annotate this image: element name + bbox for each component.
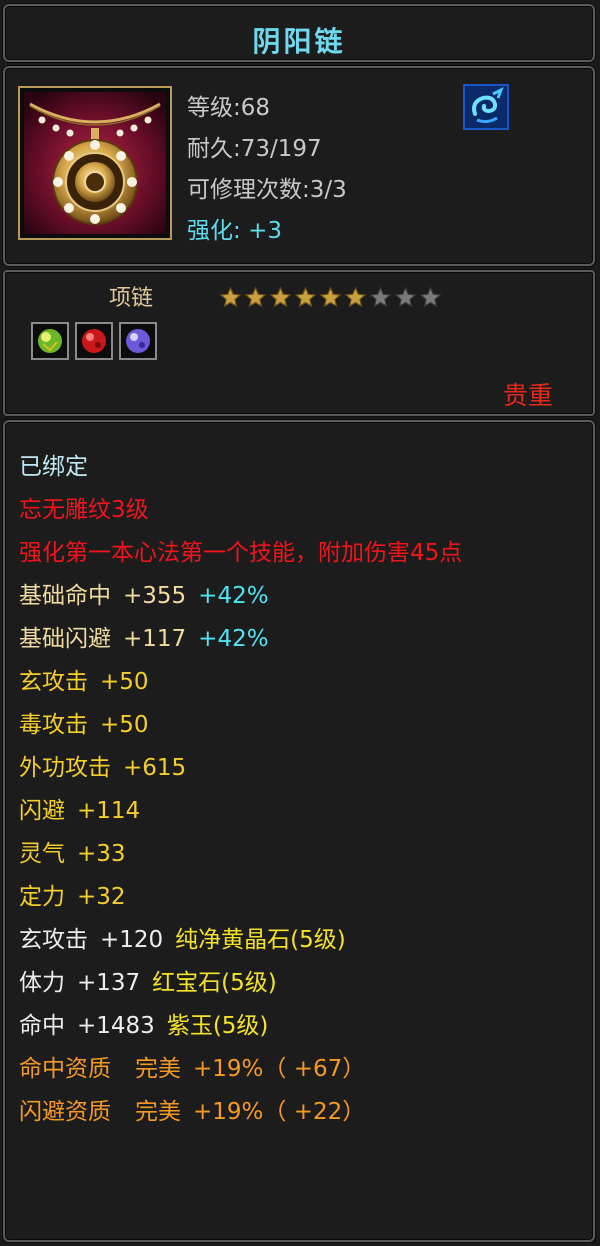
stat-value: +50 [100,712,149,738]
stats-panel: 已绑定 忘无雕纹3级 强化第一本心法第一个技能，附加伤害45点 基础命中 +355… [3,420,595,1242]
gem-slots [31,322,157,360]
item-header: 等级:68 耐久:73/197 可修理次数:3/3 强化: +3 [3,66,595,266]
red-gem-icon [82,329,106,353]
gem-name: 紫玉(5级) [166,1013,269,1039]
stat-row: 外功攻击 +615 [19,747,585,790]
item-portrait [18,86,172,240]
stat-value: +50 [100,669,149,695]
stat-row: 定力 +32 [19,876,585,919]
star-empty-icon [369,286,392,308]
stat-value: +120 [100,927,164,953]
skill-rune-icon [463,84,509,130]
aptitude-value: +19%（ +67） [193,1056,366,1082]
star-filled-icon [269,286,292,308]
stat-label: 玄攻击 [19,927,88,953]
purple-gem-icon [126,329,150,353]
stat-label: 定力 [19,884,65,910]
stat-value: +355 [123,583,187,609]
star-filled-icon [344,286,367,308]
rarity-label: 贵重 [502,381,553,410]
gem-slot-green[interactable] [31,322,69,360]
base-hit-row: 基础命中 +355 +42% [19,575,585,618]
enhance-level: 强化: +3 [187,211,282,245]
item-type: 项链 [109,286,154,311]
gem-slot-purple[interactable] [119,322,157,360]
engrave-name: 忘无雕纹3级 [19,497,149,523]
title-bar: 阴阳链 [3,4,595,62]
repair-count-text: 可修理次数:3/3 [187,177,347,203]
stat-row: 毒攻击 +50 [19,704,585,747]
star-filled-icon [319,286,342,308]
item-meta: 项链 贵重 [3,270,595,416]
stat-label: 毒攻击 [19,712,88,738]
gem-slot-red[interactable] [75,322,113,360]
stat-value: +615 [123,755,187,781]
enhance-value: +3 [248,218,282,244]
stat-label: 基础命中 [19,583,111,609]
gem-stat-row: 命中 +1483 紫玉(5级) [19,1005,585,1048]
item-name: 阴阳链 [252,25,346,58]
stat-value: +32 [77,884,126,910]
gem-stat-row: 体力 +137 红宝石(5级) [19,962,585,1005]
necklace-icon [24,92,166,234]
base-dodge-row: 基础闪避 +117 +42% [19,618,585,661]
green-gem-icon [38,329,62,353]
stat-label: 外功攻击 [19,755,111,781]
aptitude-grade: 完美 [135,1099,181,1125]
star-rating [219,286,442,309]
aptitude-row: 命中资质 完美 +19%（ +67） [19,1048,585,1091]
bound-status: 已绑定 [19,454,88,480]
item-tooltip: 阴阳链 等级:68 耐久:73/197 可修理次数:3/3 强化: +3 项链 … [0,0,600,1246]
stat-label: 玄攻击 [19,669,88,695]
stat-label: 命中 [19,1013,65,1039]
aptitude-label: 命中资质 [19,1056,111,1082]
star-empty-icon [419,286,442,308]
gem-name: 红宝石(5级) [152,970,277,996]
stat-list: 已绑定 忘无雕纹3级 强化第一本心法第一个技能，附加伤害45点 基础命中 +355… [19,446,585,1134]
stat-row: 灵气 +33 [19,833,585,876]
gem-stat-row: 玄攻击 +120 纯净黄晶石(5级) [19,919,585,962]
stat-value: +137 [77,970,141,996]
level-text: 等级:68 [187,95,271,121]
stat-row: 玄攻击 +50 [19,661,585,704]
aptitude-label: 闪避资质 [19,1099,111,1125]
stat-label: 体力 [19,970,65,996]
stat-percent: +42% [198,583,269,609]
gem-name: 纯净黄晶石(5级) [175,927,346,953]
stat-row: 闪避 +114 [19,790,585,833]
stat-label: 基础闪避 [19,626,111,652]
stat-value: +114 [77,798,141,824]
aptitude-grade: 完美 [135,1056,181,1082]
stat-value: +33 [77,841,126,867]
stat-label: 灵气 [19,841,65,867]
stat-value: +1483 [77,1013,155,1039]
star-empty-icon [394,286,417,308]
star-filled-icon [244,286,267,308]
aptitude-value: +19%（ +22） [193,1099,366,1125]
star-filled-icon [219,286,242,308]
star-filled-icon [294,286,317,308]
aptitude-row: 闪避资质 完美 +19%（ +22） [19,1091,585,1134]
durability-text: 耐久:73/197 [187,136,322,162]
stat-value: +117 [123,626,187,652]
stat-percent: +42% [198,626,269,652]
stat-label: 闪避 [19,798,65,824]
enhance-label: 强化: [187,218,241,244]
engrave-effect: 强化第一本心法第一个技能，附加伤害45点 [19,540,463,566]
